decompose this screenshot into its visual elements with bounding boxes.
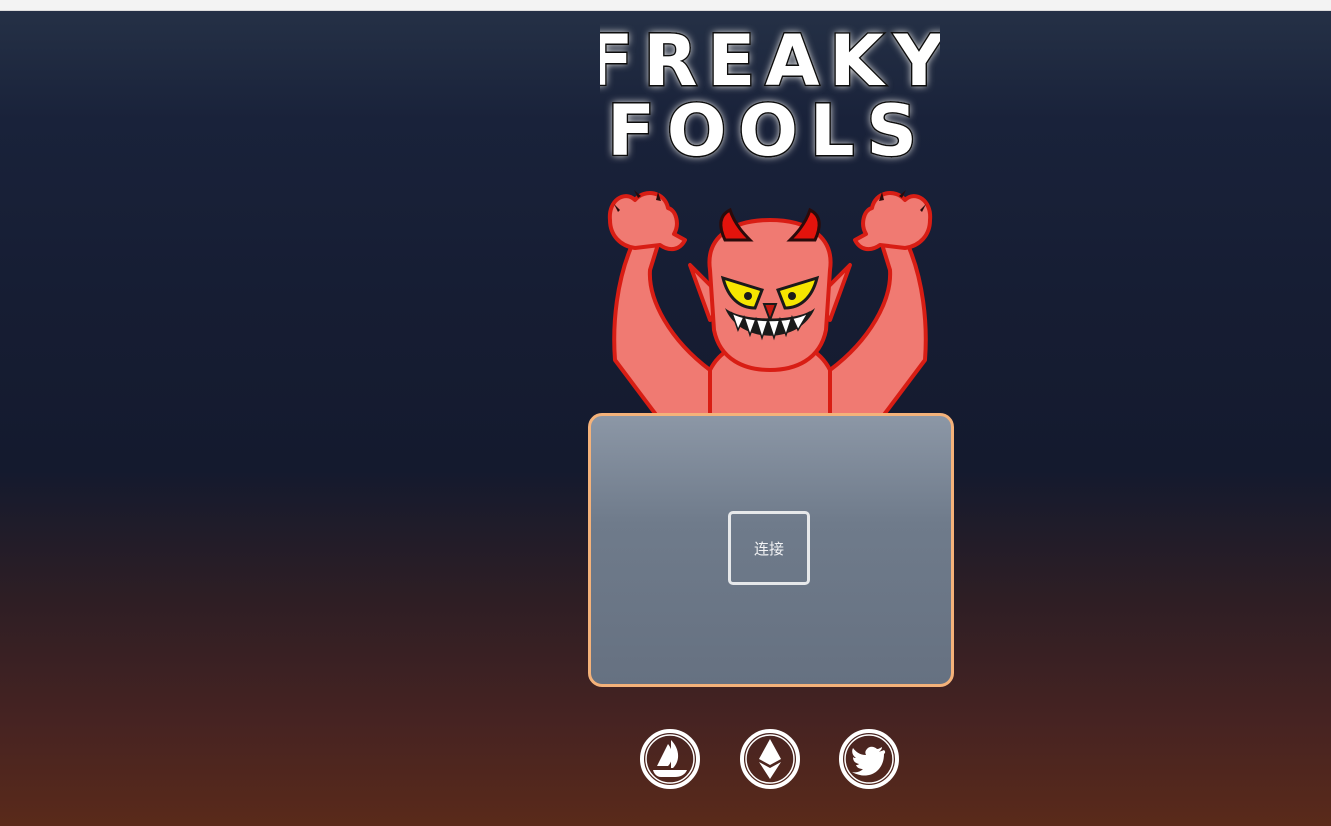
twitter-link[interactable] bbox=[838, 728, 900, 790]
ethereum-icon bbox=[740, 729, 800, 789]
opensea-link[interactable] bbox=[639, 728, 701, 790]
browser-top-strip bbox=[0, 0, 1331, 11]
devil-mascot-image bbox=[590, 180, 950, 422]
twitter-icon bbox=[839, 729, 899, 789]
connect-wallet-button[interactable]: 连接 bbox=[728, 511, 810, 585]
ethereum-link[interactable] bbox=[739, 728, 801, 790]
mint-panel: 连接 bbox=[588, 413, 954, 687]
freaky-fools-logo: FREAKY FOOLS bbox=[584, 19, 946, 174]
opensea-icon bbox=[640, 729, 700, 789]
logo-line2: FOOLS bbox=[607, 90, 929, 170]
